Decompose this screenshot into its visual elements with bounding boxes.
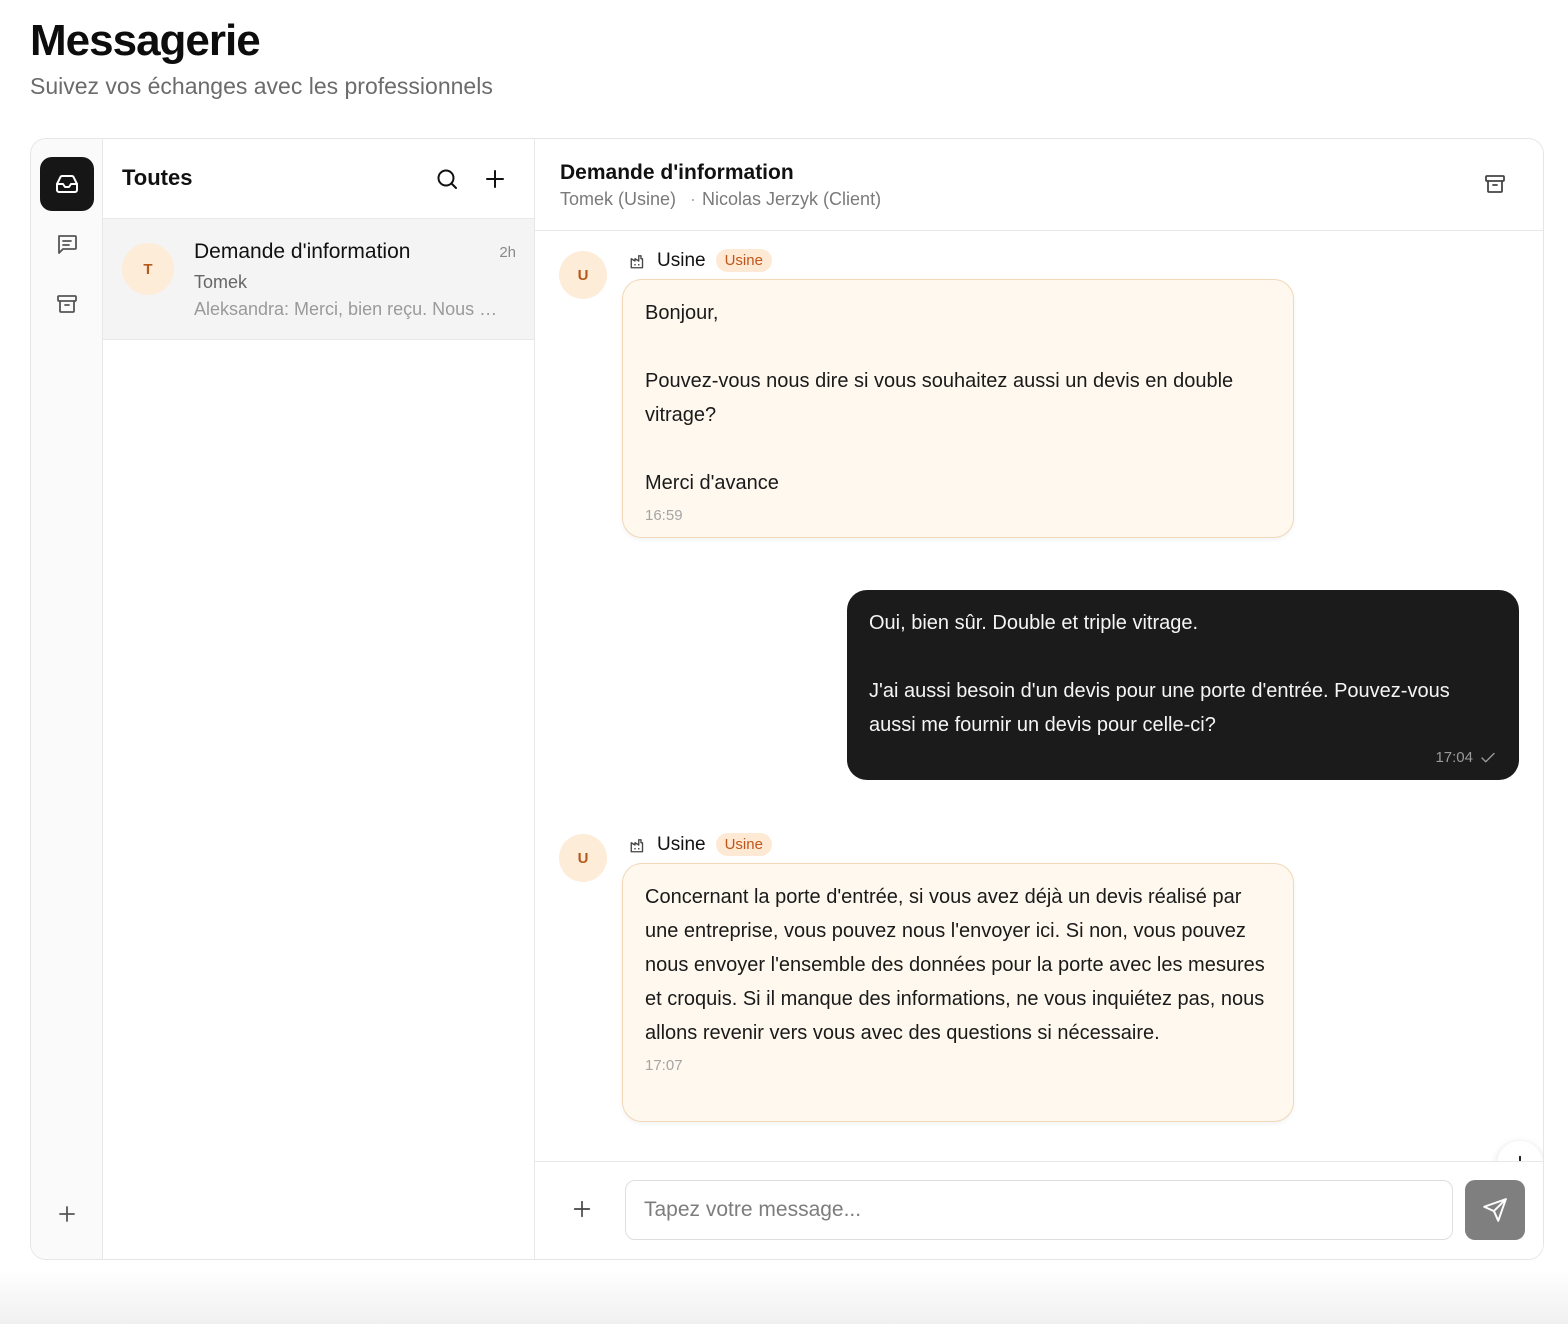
search-button[interactable] [431, 163, 463, 195]
send-button[interactable] [1465, 1180, 1525, 1240]
sender-name: Usine [657, 249, 706, 271]
factory-icon [629, 836, 647, 854]
sender-line: Usine Usine [629, 249, 772, 272]
plus-icon [483, 167, 507, 191]
message-input[interactable] [625, 1180, 1453, 1240]
sender-role-badge: Usine [715, 249, 772, 272]
send-icon [1482, 1197, 1508, 1223]
sender-role-badge: Usine [715, 833, 772, 856]
page-title: Messagerie [30, 16, 261, 65]
factory-icon [629, 252, 647, 270]
conversation-contact: Tomek [194, 272, 248, 292]
rail-add-button[interactable] [40, 1187, 94, 1241]
conversation-time: 2h [499, 244, 516, 261]
archive-conversation-button[interactable] [1479, 168, 1511, 200]
conversation-preview: Aleksandra: Merci, bien reçu. Nous … [194, 299, 498, 319]
rail-inbox-button[interactable] [40, 157, 94, 211]
rail-archive-button[interactable] [40, 277, 94, 331]
conversation-list-pane: Toutes T Demande d'information 2h Tomek … [103, 139, 535, 1259]
rail-messages-button[interactable] [40, 217, 94, 271]
window-bottom-edge [0, 1270, 1568, 1324]
participant-name: Nicolas Jerzyk (Client) [702, 189, 882, 209]
message-meta: 17:04 [869, 748, 1497, 768]
message-time: 17:04 [1435, 749, 1473, 766]
plus-icon [55, 1202, 79, 1226]
chat-pane: Demande d'information Tomek (Usine) · Ni… [535, 139, 1543, 1259]
avatar: U [559, 251, 607, 299]
check-icon [1479, 749, 1497, 767]
message-time: 16:59 [645, 507, 683, 524]
page-subtitle: Suivez vos échanges avec les professionn… [30, 73, 493, 99]
message-text: Bonjour, Pouvez-vous nous dire si vous s… [645, 302, 1234, 494]
inbox-icon [55, 172, 79, 196]
participant-separator: · [690, 189, 697, 209]
chat-icon [55, 232, 79, 256]
message-bubble-incoming: Bonjour, Pouvez-vous nous dire si vous s… [622, 279, 1294, 538]
participant-name: Tomek (Usine) [560, 189, 677, 209]
message-bubble-incoming: Concernant la porte d'entrée, si vous av… [622, 863, 1294, 1122]
conversation-item[interactable]: T Demande d'information 2h Tomek Aleksan… [103, 219, 534, 340]
sender-name: Usine [657, 833, 706, 855]
new-conversation-button[interactable] [479, 163, 511, 195]
message-text: Oui, bien sûr. Double et triple vitrage.… [869, 612, 1450, 736]
message-time: 17:07 [645, 1057, 683, 1074]
message-bubble-outgoing: Oui, bien sûr. Double et triple vitrage.… [847, 590, 1519, 780]
search-icon [435, 167, 459, 191]
list-filter-title: Toutes [122, 165, 193, 190]
message-composer [535, 1161, 1543, 1259]
page-header: Messagerie Suivez vos échanges avec les … [30, 16, 493, 100]
avatar: U [559, 834, 607, 882]
conversation-title: Demande d'information [194, 240, 411, 263]
message-text: Concernant la porte d'entrée, si vous av… [645, 886, 1265, 1044]
plus-icon [571, 1198, 593, 1220]
chat-header: Demande d'information Tomek (Usine) · Ni… [535, 139, 1543, 231]
nav-rail [31, 139, 103, 1259]
chat-participants: Tomek (Usine) · Nicolas Jerzyk (Client) [560, 189, 881, 210]
attach-button[interactable] [567, 1194, 597, 1224]
avatar: T [122, 243, 174, 295]
messaging-app: Toutes T Demande d'information 2h Tomek … [30, 138, 1544, 1260]
sender-line: Usine Usine [629, 833, 772, 856]
chat-title: Demande d'information [560, 161, 794, 184]
archive-icon [1483, 172, 1507, 196]
list-header: Toutes [103, 139, 534, 219]
archive-icon [55, 292, 79, 316]
